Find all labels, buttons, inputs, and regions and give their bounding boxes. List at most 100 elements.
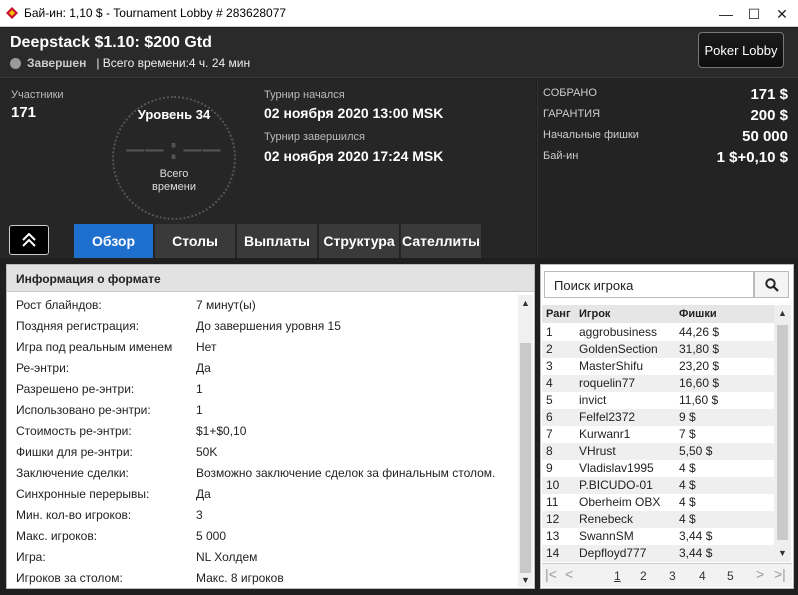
format-key: Поздняя регистрация: xyxy=(16,319,140,333)
format-value: Да xyxy=(196,361,211,375)
format-key: Заключение сделки: xyxy=(16,466,129,480)
player-row[interactable]: 2 GoldenSection 31,80 $ xyxy=(542,341,774,358)
maximize-button[interactable]: ☐ xyxy=(740,4,768,24)
started-label: Турнир начался xyxy=(264,89,345,101)
prize-value: 200 $ xyxy=(750,107,788,124)
ended-value: 02 ноября 2020 17:24 MSK xyxy=(264,148,444,164)
players-table-header: Ранг Игрок Фишки xyxy=(542,305,774,323)
player-rank-cell: 10 xyxy=(546,478,560,492)
page-link-3[interactable]: 3 xyxy=(669,569,676,583)
tab-tables[interactable]: Столы xyxy=(155,224,236,258)
format-scrollbar[interactable]: ▲ ▼ xyxy=(518,295,533,587)
participants-label: Участники xyxy=(11,89,64,101)
prev-page-icon[interactable]: < xyxy=(565,566,573,582)
player-player-cell: Oberheim OBX xyxy=(579,495,661,509)
player-chips-cell: 11,60 $ xyxy=(679,393,719,407)
player-row[interactable]: 1 aggrobusiness 44,26 $ xyxy=(542,324,774,341)
page-link-1[interactable]: 1 xyxy=(614,569,621,583)
format-value: 50K xyxy=(196,445,218,459)
player-player-cell: P.BICUDO-01 xyxy=(579,478,653,492)
player-chips-cell: 3,44 $ xyxy=(679,529,713,543)
page-link-4[interactable]: 4 xyxy=(699,569,706,583)
player-chips-cell: 5,50 $ xyxy=(679,444,713,458)
player-header[interactable]: Игрок xyxy=(579,308,610,320)
rank-header[interactable]: Ранг xyxy=(546,308,571,320)
player-player-cell: MasterShifu xyxy=(579,359,644,373)
player-row[interactable]: 10 P.BICUDO-01 4 $ xyxy=(542,477,774,494)
format-key: Рост блайндов: xyxy=(16,298,102,312)
tab-overview[interactable]: Обзор xyxy=(74,224,154,258)
clock-sub-line2: времени xyxy=(152,181,196,193)
player-rank-cell: 14 xyxy=(546,546,560,560)
tab-structure[interactable]: Структура xyxy=(319,224,400,258)
prize-row: СОБРАНО 171 $ xyxy=(543,86,788,103)
tab-satellites[interactable]: Сателлиты xyxy=(401,224,482,258)
player-row[interactable]: 11 Oberheim OBX 4 $ xyxy=(542,494,774,511)
player-chips-cell: 7 $ xyxy=(679,427,696,441)
format-value: NL Холдем xyxy=(196,550,258,564)
player-player-cell: aggrobusiness xyxy=(579,325,658,339)
player-player-cell: GoldenSection xyxy=(579,342,658,356)
minimize-button[interactable]: — xyxy=(712,4,740,24)
close-button[interactable]: ✕ xyxy=(768,4,796,24)
format-value: Нет xyxy=(196,340,217,354)
page-link-2[interactable]: 2 xyxy=(640,569,647,583)
prize-label: Бай-ин xyxy=(543,150,579,162)
player-row[interactable]: 4 roquelin77 16,60 $ xyxy=(542,375,774,392)
format-key: Мин. кол-во игроков: xyxy=(16,508,132,522)
scroll-up-icon[interactable]: ▲ xyxy=(521,298,530,308)
page-link-5[interactable]: 5 xyxy=(727,569,734,583)
tournament-header: Deepstack $1.10: $200 Gtd Завершен | Все… xyxy=(0,28,798,78)
scroll-down-icon[interactable]: ▼ xyxy=(521,575,530,585)
prize-row: Бай-ин 1 $+0,10 $ xyxy=(543,149,788,166)
player-row[interactable]: 5 invict 11,60 $ xyxy=(542,392,774,409)
player-chips-cell: 44,26 $ xyxy=(679,325,720,339)
player-chips-cell: 16,60 $ xyxy=(679,376,720,390)
prize-row: ГАРАНТИЯ 200 $ xyxy=(543,107,788,124)
poker-lobby-button[interactable]: Poker Lobby xyxy=(698,32,784,68)
format-key: Фишки для ре-энтри: xyxy=(16,445,133,459)
double-chevron-up-icon xyxy=(22,233,36,247)
chips-header[interactable]: Фишки xyxy=(679,308,717,320)
prize-info xyxy=(537,79,798,258)
ended-label: Турнир завершился xyxy=(264,131,365,143)
last-page-icon[interactable]: >| xyxy=(774,566,786,582)
player-chips-cell: 4 $ xyxy=(679,478,696,492)
player-player-cell: Felfel2372 xyxy=(579,410,636,424)
format-key: Игра под реальным именем xyxy=(16,340,173,354)
format-key: Игроков за столом: xyxy=(16,571,123,585)
format-key: Разрешено ре-энтри: xyxy=(16,382,135,396)
player-rank-cell: 5 xyxy=(546,393,553,407)
player-player-cell: Kurwanr1 xyxy=(579,427,631,441)
window-title: Бай-ин: 1,10 $ - Tournament Lobby # 2836… xyxy=(24,6,287,20)
player-row[interactable]: 3 MasterShifu 23,20 $ xyxy=(542,358,774,375)
player-row[interactable]: 7 Kurwanr1 7 $ xyxy=(542,426,774,443)
format-title: Информация о формате xyxy=(7,265,534,292)
scroll-down-icon[interactable]: ▼ xyxy=(778,548,787,558)
player-chips-cell: 4 $ xyxy=(679,495,696,509)
player-search-input[interactable]: Поиск игрока xyxy=(544,271,754,298)
player-row[interactable]: 14 Depfloyd777 3,44 $ xyxy=(542,545,774,562)
scroll-up-icon[interactable]: ▲ xyxy=(778,308,787,318)
scrollbar-thumb[interactable] xyxy=(520,343,531,573)
search-button[interactable] xyxy=(754,271,789,298)
tab-payouts[interactable]: Выплаты xyxy=(237,224,318,258)
next-page-icon[interactable]: > xyxy=(756,566,764,582)
player-row[interactable]: 13 SwannSM 3,44 $ xyxy=(542,528,774,545)
pokerstars-logo-icon xyxy=(6,7,18,19)
first-page-icon[interactable]: |< xyxy=(545,566,557,582)
format-key: Использовано ре-энтри: xyxy=(16,403,151,417)
prize-value: 171 $ xyxy=(750,86,788,103)
total-time: | Всего времени:4 ч. 24 мин xyxy=(96,56,251,70)
player-row[interactable]: 8 VHrust 5,50 $ xyxy=(542,443,774,460)
player-player-cell: SwannSM xyxy=(579,529,634,543)
format-value: 3 xyxy=(196,508,203,522)
scrollbar-thumb[interactable] xyxy=(777,325,788,540)
format-value: Макс. 8 игроков xyxy=(196,571,284,585)
collapse-button[interactable] xyxy=(9,225,49,255)
player-row[interactable]: 6 Felfel2372 9 $ xyxy=(542,409,774,426)
player-row[interactable]: 12 Renebeck 4 $ xyxy=(542,511,774,528)
players-scrollbar[interactable]: ▲ ▼ xyxy=(774,305,791,562)
player-row[interactable]: 9 Vladislav1995 4 $ xyxy=(542,460,774,477)
player-rank-cell: 2 xyxy=(546,342,553,356)
